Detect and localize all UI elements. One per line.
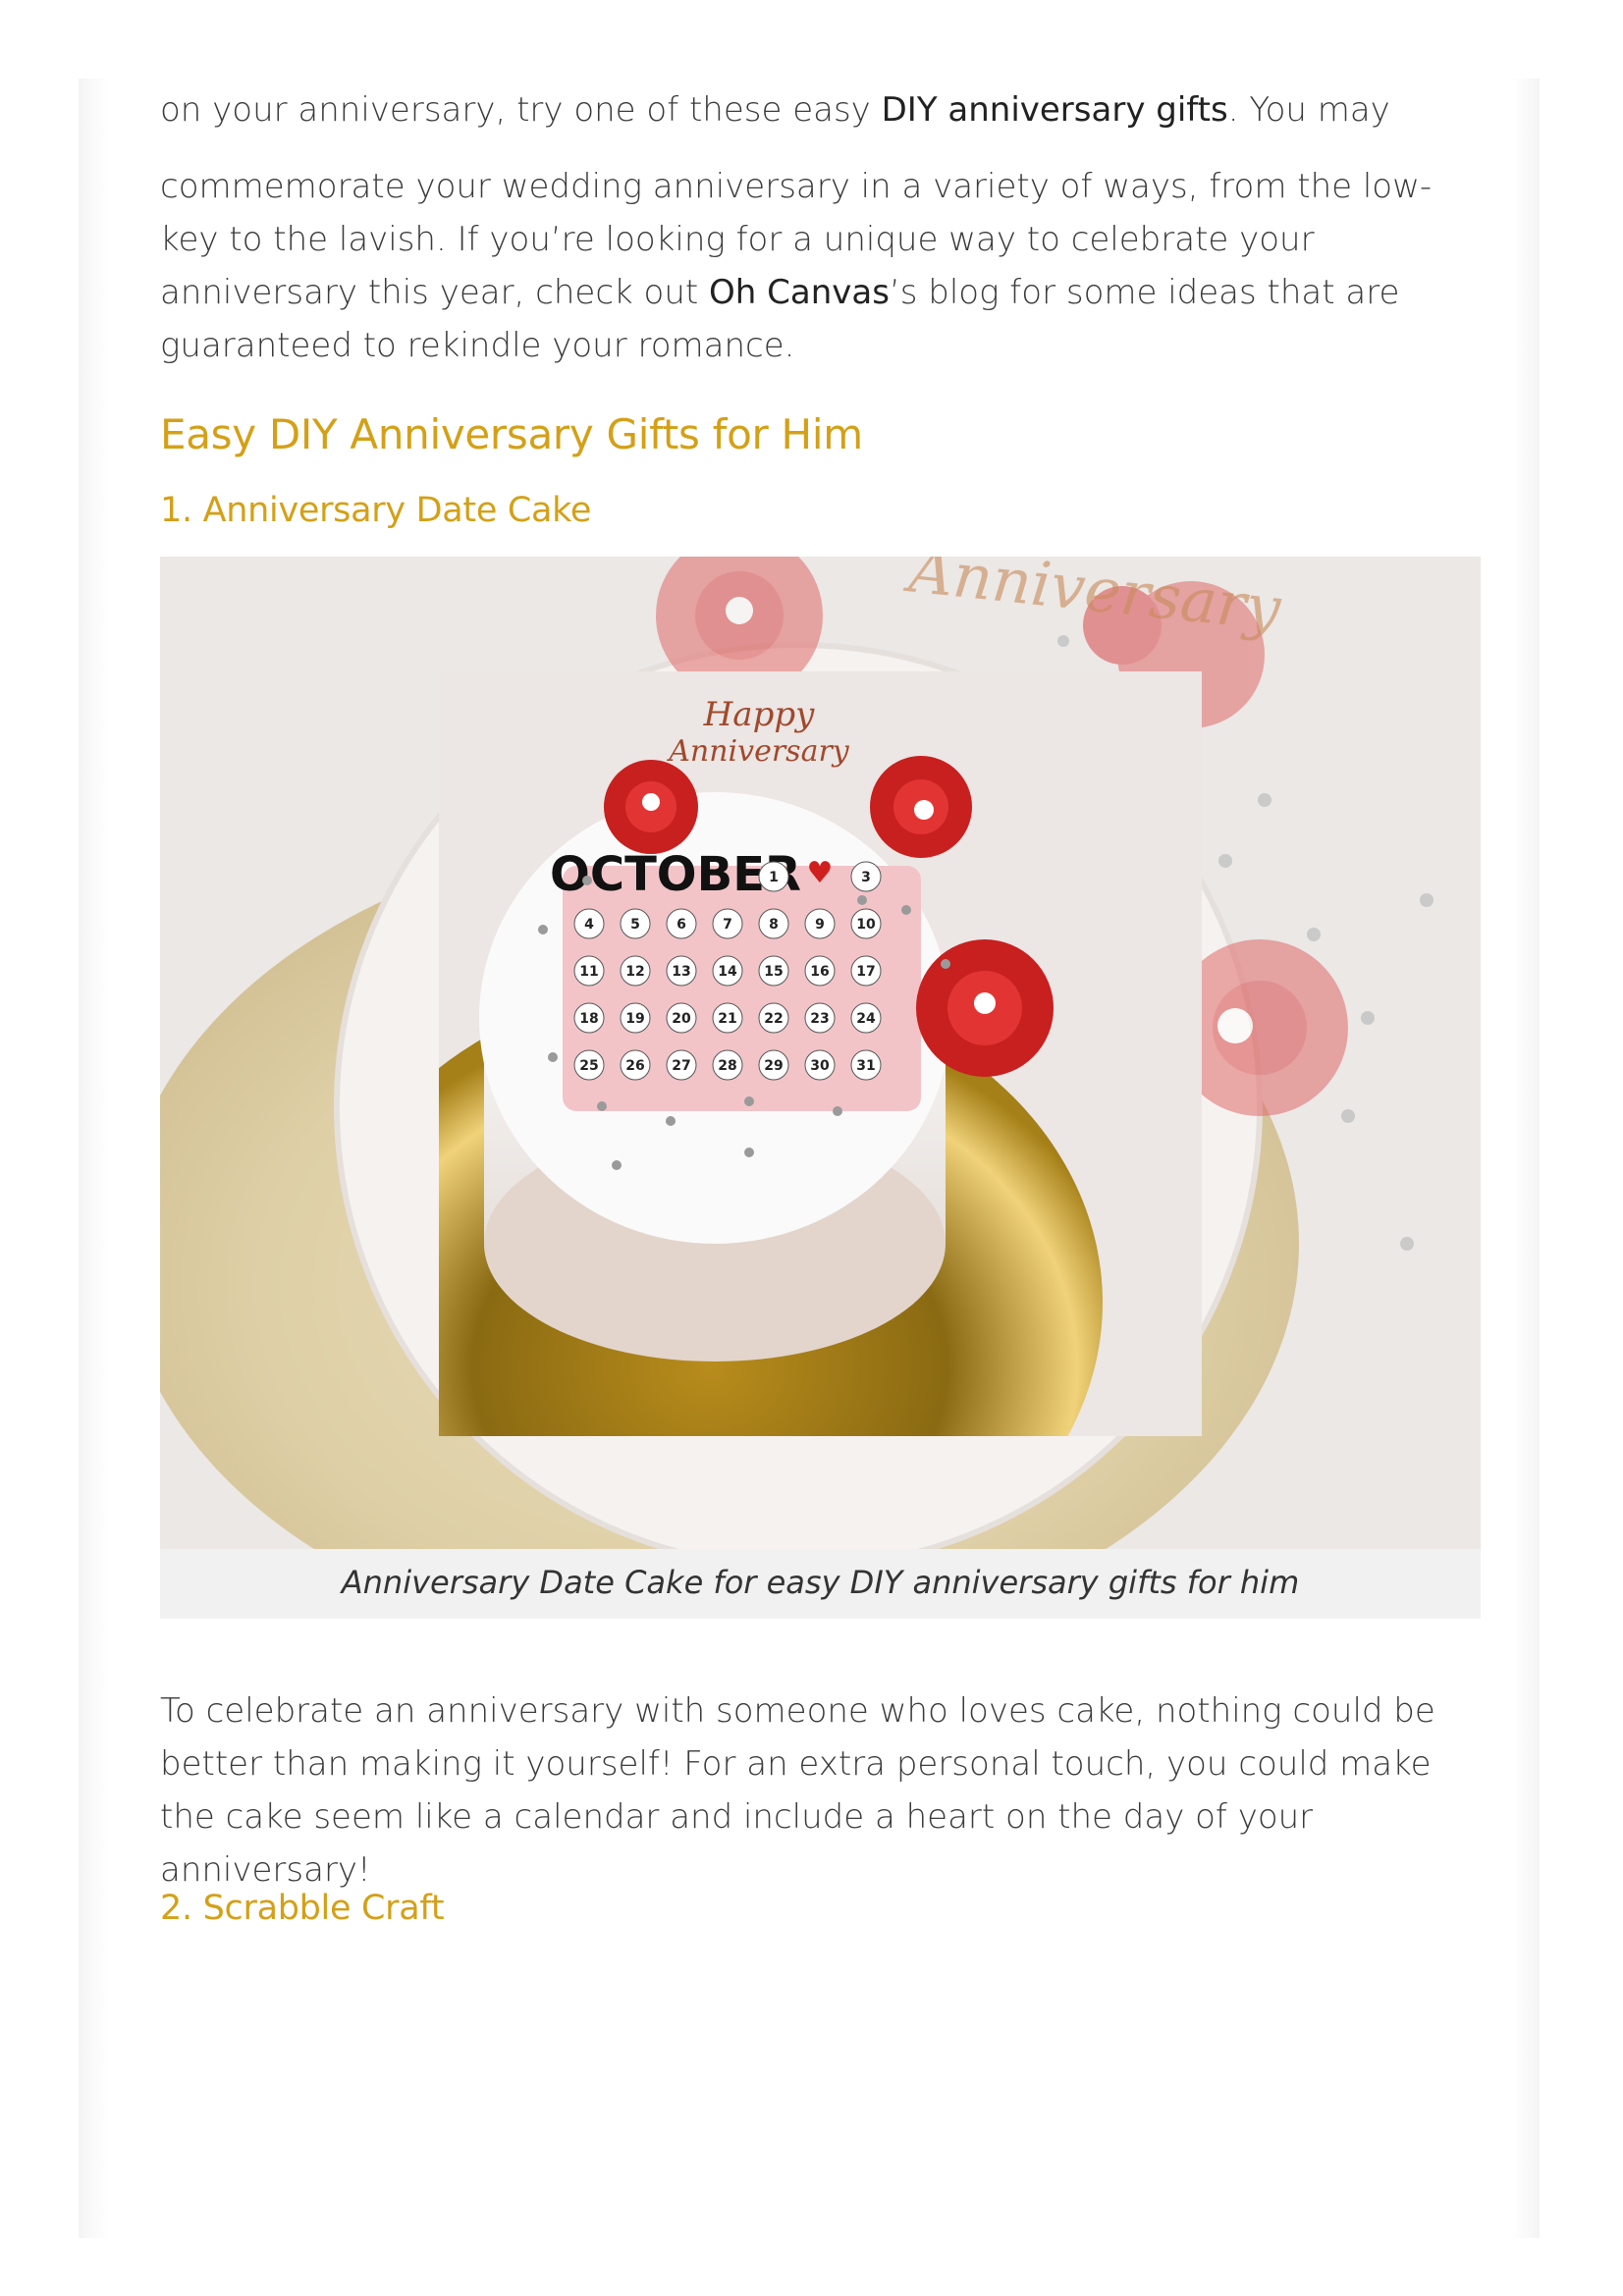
calendar-day-number: 5 bbox=[630, 917, 640, 933]
item-2-heading: 2. Scrabble Craft bbox=[160, 1889, 445, 1928]
cake-image[interactable]: Anniversary OCTOBER Happy Anniversary 1 … bbox=[160, 557, 1481, 1549]
calendar-day-number: 21 bbox=[718, 1011, 736, 1027]
item-1-heading: 1. Anniversary Date Cake bbox=[160, 491, 592, 530]
calendar-day-number: 22 bbox=[764, 1011, 783, 1027]
calendar-day-number: 14 bbox=[718, 964, 737, 980]
intro-line-before: on your anniversary, try one of these ea… bbox=[160, 90, 882, 130]
page-gutter-left bbox=[79, 79, 110, 2238]
cake-photo-illustration: Anniversary OCTOBER Happy Anniversary 1 … bbox=[160, 557, 1481, 1549]
calendar-day-number: 26 bbox=[625, 1058, 644, 1074]
calendar-day-number: 19 bbox=[625, 1011, 644, 1027]
calendar-day-number: 3 bbox=[861, 870, 871, 885]
calendar-day-number: 29 bbox=[764, 1058, 783, 1074]
topper-happy: Happy bbox=[703, 695, 815, 734]
calendar-day-number: 17 bbox=[856, 964, 875, 980]
calendar-day-number: 25 bbox=[579, 1058, 598, 1074]
calendar-day-number: 6 bbox=[676, 917, 686, 933]
diy-gifts-link[interactable]: DIY anniversary gifts bbox=[882, 90, 1228, 130]
cake-figure: Anniversary OCTOBER Happy Anniversary 1 … bbox=[160, 557, 1481, 1619]
calendar-day-number: 15 bbox=[764, 964, 783, 980]
calendar-day-number: 30 bbox=[810, 1058, 830, 1074]
topper-anniversary: Anniversary bbox=[666, 734, 850, 769]
oh-canvas-link[interactable]: Oh Canvas bbox=[709, 273, 890, 312]
calendar-day-number: 7 bbox=[723, 917, 732, 933]
page-gutter-right bbox=[1512, 79, 1540, 2238]
item-1-body: To celebrate an anniversary with someone… bbox=[160, 1691, 1435, 1890]
calendar-day-number: 9 bbox=[815, 917, 825, 933]
calendar-day-number: 8 bbox=[769, 917, 779, 933]
calendar-day-number: 23 bbox=[810, 1011, 829, 1027]
intro-line: on your anniversary, try one of these ea… bbox=[160, 83, 1481, 136]
calendar-day-number: 10 bbox=[856, 917, 876, 933]
calendar-day-number: 16 bbox=[810, 964, 829, 980]
calendar-day-number: 28 bbox=[718, 1058, 736, 1074]
figure-caption: Anniversary Date Cake for easy DIY anniv… bbox=[160, 1549, 1481, 1619]
intro-line-after: . You may bbox=[1227, 90, 1390, 130]
calendar-day-number: 18 bbox=[579, 1011, 598, 1027]
inset-photo: OCTOBER Happy Anniversary 1 ♥ 34 5 6 7 8… bbox=[439, 671, 1202, 1436]
calendar-day-number: 12 bbox=[625, 964, 644, 980]
calendar-day-number: 1 bbox=[769, 870, 779, 885]
calendar-day-number: 24 bbox=[856, 1011, 876, 1027]
calendar-day-number: 31 bbox=[856, 1058, 875, 1074]
calendar-day-number: 13 bbox=[672, 964, 690, 980]
calendar-day-number: 20 bbox=[672, 1011, 691, 1027]
calendar-day-number: 11 bbox=[579, 964, 598, 980]
intro-paragraph: commemorate your wedding anniversary in … bbox=[160, 160, 1481, 372]
calendar-day-number: 4 bbox=[584, 917, 594, 933]
calendar-day-number: 27 bbox=[672, 1058, 690, 1074]
calendar-heart: ♥ bbox=[807, 856, 834, 890]
section-heading: Easy DIY Anniversary Gifts for Him bbox=[160, 410, 863, 458]
